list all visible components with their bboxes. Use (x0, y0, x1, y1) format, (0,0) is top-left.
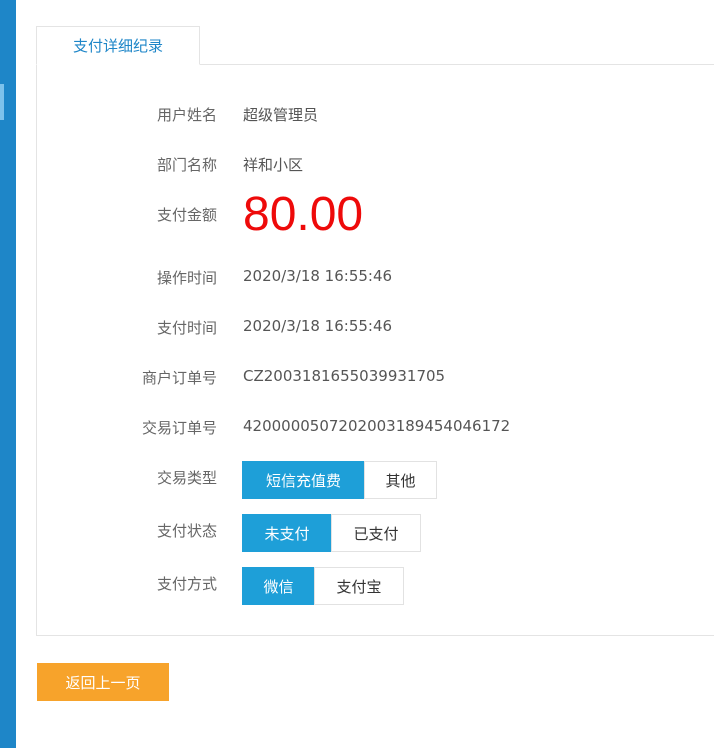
field-value: 4200000507202003189454046172 (243, 417, 511, 435)
tab-label: 支付详细纪录 (72, 37, 163, 55)
pay-method-selector: 微信 支付宝 (242, 567, 404, 605)
field-merchant-order: 商户订单号 CZ2003181655039931705 (0, 367, 714, 407)
field-label: 支付方式 (156, 575, 217, 593)
trade-type-selector: 短信充值费 其他 (242, 461, 437, 499)
field-pay-time: 支付时间 2020/3/18 16:55:46 (0, 317, 714, 357)
field-value: 2020/3/18 16:55:46 (243, 317, 393, 335)
field-label: 支付状态 (156, 522, 217, 540)
field-label: 部门名称 (156, 156, 217, 174)
field-trade-order: 交易订单号 4200000507202003189454046172 (0, 417, 714, 457)
pay-status-option-unpaid[interactable]: 未支付 (242, 514, 332, 552)
trade-type-option-other[interactable]: 其他 (364, 461, 437, 499)
field-label: 操作时间 (156, 269, 217, 287)
field-label: 支付时间 (156, 319, 217, 337)
field-value: 超级管理员 (243, 106, 319, 124)
trade-type-option-sms[interactable]: 短信充值费 (242, 461, 365, 499)
pay-method-option-wechat[interactable]: 微信 (242, 567, 315, 605)
back-button[interactable]: 返回上一页 (37, 663, 169, 701)
field-operate-time: 操作时间 2020/3/18 16:55:46 (0, 267, 714, 307)
field-label: 交易订单号 (141, 419, 217, 437)
payment-amount: 80.00 (243, 188, 364, 241)
pay-status-selector: 未支付 已支付 (242, 514, 421, 552)
field-label: 支付金额 (156, 206, 217, 224)
pay-method-option-alipay[interactable]: 支付宝 (314, 567, 404, 605)
tab-payment-details[interactable]: 支付详细纪录 (36, 26, 200, 65)
pay-status-option-paid[interactable]: 已支付 (331, 514, 421, 552)
field-label: 商户订单号 (141, 369, 217, 387)
field-value: 祥和小区 (243, 156, 304, 174)
field-value: 2020/3/18 16:55:46 (243, 267, 393, 285)
field-user-name: 用户姓名 超级管理员 (0, 104, 714, 144)
field-label: 交易类型 (156, 469, 217, 487)
field-value: CZ2003181655039931705 (243, 367, 446, 385)
field-label: 用户姓名 (156, 106, 217, 124)
